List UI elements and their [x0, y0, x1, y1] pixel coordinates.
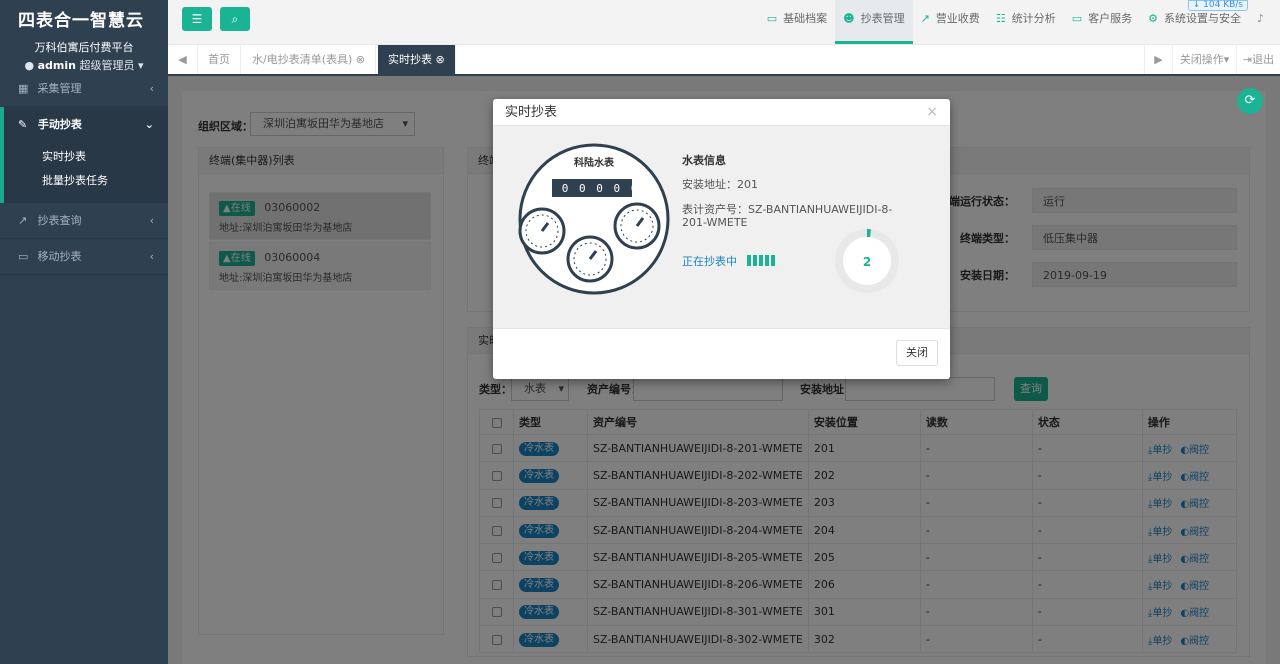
sidebar-item-manual-read[interactable]: ✎ 手动抄表 ⌄: [0, 107, 168, 143]
speed-value: 104 KB/s: [1203, 0, 1243, 10]
refresh-icon: ⟳: [1244, 93, 1256, 108]
modal-footer: 关闭: [493, 328, 950, 379]
close-ops-label: 关闭操作: [1179, 53, 1224, 66]
topnav-label: 客户服务: [1088, 12, 1133, 25]
meter-brand-label: 科陆水表: [574, 156, 615, 169]
topnav-statistics[interactable]: ☷ 统计分析: [988, 0, 1064, 44]
topnav-basic-archive[interactable]: ▭ 基础档案: [759, 0, 835, 44]
org-name: 万科伯寓后付费平台: [34, 41, 134, 54]
close-operations-dropdown[interactable]: 关闭操作▾: [1172, 45, 1236, 74]
tab-realtime-read[interactable]: 实时抄表 ⊗: [378, 45, 456, 74]
gears-icon: ⚙: [1148, 12, 1158, 25]
chart-line-icon: ↗: [18, 214, 28, 227]
logout-button[interactable]: ⇥退出: [1236, 45, 1280, 74]
tab-label: 实时抄表: [388, 53, 432, 66]
topnav-customer-service[interactable]: ▭ 客户服务: [1064, 0, 1140, 44]
users-icon: ☻: [843, 12, 855, 25]
meter-info-title: 水表信息: [682, 154, 726, 167]
close-icon[interactable]: ⊗: [436, 53, 445, 66]
sidebar-item-label: 抄表查询: [37, 214, 82, 227]
sidebar-item-mobile[interactable]: ▭ 移动抄表 ‹: [0, 239, 168, 275]
caret-down-icon: ▾: [1223, 53, 1230, 66]
topnav-billing[interactable]: ↗ 营业收费: [913, 0, 988, 44]
brand: 四表合一智慧云 万科伯寓后付费平台 ● admin 超级管理员 ▾: [0, 0, 168, 72]
modal-header: 实时抄表 ×: [493, 99, 950, 126]
app-title: 四表合一智慧云: [18, 11, 144, 31]
tab-scroll-right-button[interactable]: ▶: [1144, 45, 1172, 74]
meter-install-address: 安装地址：201: [682, 178, 758, 191]
edit-icon: ✎: [18, 118, 28, 131]
sidebar: 四表合一智慧云 万科伯寓后付费平台 ● admin 超级管理员 ▾ ▦ 采集管理…: [0, 0, 168, 664]
sidebar-item-label: 采集管理: [37, 82, 82, 95]
reading-status-text: 正在抄表中: [682, 255, 737, 268]
list-icon: ☷: [995, 12, 1006, 25]
modal-body: 科陆水表 0 0 0 0 0 0 水表信息 安装地址：201 表计资产号：SZ-…: [493, 126, 950, 328]
sidebar-item-label: 移动抄表: [37, 250, 82, 263]
sidebar-item-query[interactable]: ↗ 抄表查询 ‹: [0, 203, 168, 239]
close-icon[interactable]: ⊗: [356, 53, 365, 66]
reading-status: 正在抄表中: [682, 253, 777, 269]
sidebar-submenu: 实时抄表 批量抄表任务: [0, 143, 168, 203]
topnav-label: 基础档案: [783, 12, 828, 25]
menu-icon: ☰: [191, 12, 203, 26]
tab-scroll-left-button[interactable]: ◀: [168, 45, 198, 74]
topnav-label: 统计分析: [1011, 12, 1056, 25]
close-icon[interactable]: ×: [926, 99, 938, 126]
progress-value: 2: [863, 255, 871, 269]
network-speed-badge: ↓ 104 KB/s: [1187, 0, 1248, 11]
sidebar-item-label: 手动抄表: [37, 118, 82, 131]
reading-progress-bars: [746, 255, 777, 269]
topnav-label: 营业收费: [935, 12, 980, 25]
sidebar-subitem-batch[interactable]: 批量抄表任务: [4, 169, 168, 193]
laptop-icon: ▭: [18, 250, 29, 263]
topnav-label: 抄表管理: [860, 12, 905, 25]
chevron-left-icon: ‹: [149, 250, 154, 263]
search-icon: ⌕: [231, 12, 239, 26]
chevron-down-icon: ⌄: [144, 118, 154, 131]
menu-toggle-button[interactable]: ☰: [182, 7, 212, 31]
calendar-icon: ▦: [18, 82, 29, 95]
meter-dial-center: [566, 235, 614, 283]
modal-title: 实时抄表: [505, 105, 558, 120]
tab-label: 水/电抄表清单(表具): [252, 53, 353, 66]
close-button[interactable]: 关闭: [896, 340, 938, 366]
bell-icon: ♪: [1256, 12, 1264, 25]
topbar: ☰ ⌕ ▭ 基础档案 ☻ 抄表管理 ↗ 营业收费 ☷ 统计分析 ▭ 客户服务 ⚙ 系统设置与…: [168, 0, 1280, 45]
realtime-read-modal: 实时抄表 × 科陆水表 0 0 0 0 0 0 水表信息 安装地址：201 表计…: [493, 99, 950, 379]
search-button[interactable]: ⌕: [220, 7, 250, 31]
topnav-meter-reading[interactable]: ☻ 抄表管理: [835, 0, 913, 44]
sign-out-icon: ⇥: [1242, 53, 1253, 66]
topnav-label: 系统设置与安全: [1163, 12, 1241, 25]
meter-dial-left: [518, 207, 566, 255]
laptop-icon: ▭: [766, 12, 778, 25]
water-meter-illustration: 科陆水表 0 0 0 0 0 0: [518, 143, 670, 295]
meter-counter: 0 0 0 0 0 0: [545, 182, 640, 195]
chevron-left-icon: ‹: [149, 214, 154, 227]
tab-meter-list[interactable]: 水/电抄表清单(表具) ⊗: [242, 45, 377, 74]
refresh-button[interactable]: ⟳: [1237, 88, 1263, 114]
meter-dial-right: [613, 202, 661, 250]
tab-home[interactable]: 首页: [198, 45, 241, 74]
progress-ring: 2: [835, 229, 899, 293]
chevron-left-icon: ‹: [149, 82, 154, 95]
logout-label: 退出: [1252, 53, 1275, 66]
forward-icon: ▶: [1154, 53, 1163, 66]
tab-bar: ◀ 首页 水/电抄表清单(表具) ⊗ 实时抄表 ⊗ ▶ 关闭操作▾ ⇥退出: [168, 45, 1280, 76]
chart-line-icon: ↗: [920, 12, 930, 25]
monitor-icon: ▭: [1071, 12, 1083, 25]
backward-icon: ◀: [178, 53, 187, 66]
notification-button[interactable]: ♪: [1249, 0, 1280, 44]
sidebar-item-collect[interactable]: ▦ 采集管理 ‹: [0, 71, 168, 107]
sidebar-subitem-realtime[interactable]: 实时抄表: [4, 145, 168, 169]
